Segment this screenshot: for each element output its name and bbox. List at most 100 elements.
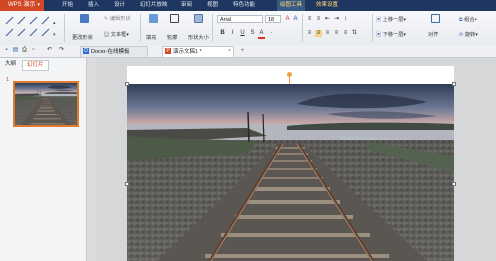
text-box-button[interactable]: ▤ 文本框▾ <box>104 31 129 38</box>
underline-button[interactable]: U <box>239 30 246 37</box>
align-label: 对齐 <box>428 32 439 38</box>
bring-forward-icon: ▣ <box>376 17 382 23</box>
redo-icon[interactable]: ↷ <box>58 47 65 54</box>
shape-size-button[interactable]: 形状大小 <box>188 14 209 41</box>
group-icon: ⧉ <box>459 17 463 23</box>
align-button[interactable]: 对齐 <box>428 14 440 38</box>
text-direction-icon[interactable]: ⇅ <box>351 30 358 37</box>
change-shape-label: 更改形状 <box>72 35 93 41</box>
align-center-icon[interactable]: ≡ <box>315 30 322 37</box>
rotate-button[interactable]: ⟳ 旋转▾ <box>459 31 478 38</box>
bold-button[interactable]: B <box>219 30 226 37</box>
chevron-down-icon: ▾ <box>126 32 129 38</box>
preview-icon[interactable]: ▫ <box>30 47 37 54</box>
slide-number: 1 <box>6 77 10 83</box>
shape-gallery[interactable]: ▴ ▾ <box>4 14 59 40</box>
separator <box>372 14 373 42</box>
shape-size-icon <box>194 14 203 23</box>
save-icon[interactable]: ▪ <box>3 47 10 54</box>
chevron-down-icon: ▾ <box>475 32 478 38</box>
close-icon[interactable]: × <box>226 48 233 55</box>
send-backward-button[interactable]: ▣ 下移一层▾ <box>376 31 406 38</box>
decrease-indent-icon[interactable]: ⇤ <box>324 16 331 23</box>
shrink-font-icon[interactable]: A <box>292 16 299 23</box>
menu-slideshow[interactable]: 幻灯片放映 <box>140 0 168 11</box>
group-button[interactable]: ⧉ 组合▾ <box>459 16 477 24</box>
bring-forward-button[interactable]: ▣ 上移一层▾ <box>376 16 406 23</box>
italic-button[interactable]: I <box>229 30 236 37</box>
strikethrough-icon[interactable]: S <box>249 30 256 37</box>
change-shape-button[interactable]: 更改形状 <box>72 14 93 41</box>
font-size-select[interactable]: 18 <box>265 15 281 23</box>
increase-indent-icon[interactable]: ⇥ <box>333 16 340 23</box>
app-menu-button[interactable]: WPS 演示 ▾ <box>0 0 44 11</box>
slide-thumbnail[interactable] <box>13 81 79 127</box>
group-label: 组合 <box>464 17 475 23</box>
menu-design[interactable]: 设计 <box>114 0 125 11</box>
chevron-down-icon: ▾ <box>403 17 407 23</box>
slide-thumbnail-image <box>15 83 77 125</box>
rotate-label: 旋转 <box>464 32 476 38</box>
rotate-icon: ⟳ <box>459 32 464 38</box>
send-backward-icon: ▣ <box>376 32 382 38</box>
line-spacing-icon[interactable]: ↕ <box>342 16 349 23</box>
menu-insert[interactable]: 插入 <box>88 0 99 11</box>
chevron-down-icon: ▾ <box>37 2 40 8</box>
justify-icon[interactable]: ≡ <box>333 30 340 37</box>
send-backward-label: 下移一层 <box>382 32 404 38</box>
chevron-down-icon: ▾ <box>474 17 477 23</box>
outline-icon <box>170 14 179 23</box>
tab-docer[interactable]: Docer-在线模板 <box>80 46 148 57</box>
resize-handle[interactable] <box>452 82 456 86</box>
quick-access-bar <box>0 45 496 58</box>
edit-shape-label: 编辑形状 <box>109 16 131 22</box>
open-icon[interactable]: ▤ <box>12 47 19 54</box>
separator <box>64 14 65 42</box>
menu-effects[interactable]: 效果设置 <box>316 0 338 11</box>
svg-text:▾: ▾ <box>53 32 56 38</box>
menu-review[interactable]: 审阅 <box>181 0 192 11</box>
font-color-button[interactable]: A <box>258 30 265 39</box>
grow-font-icon[interactable]: A <box>284 16 291 23</box>
bring-forward-label: 上移一层 <box>382 17 404 23</box>
chevron-down-icon: ▾ <box>403 32 407 38</box>
print-icon[interactable]: ⎙ <box>21 47 28 54</box>
shape-gallery-icons: ▴▾ <box>5 16 56 38</box>
railway-photo <box>127 84 454 261</box>
menu-home[interactable]: 开始 <box>62 0 73 11</box>
tab-slides[interactable]: 幻灯片 <box>22 60 49 71</box>
align-right-icon[interactable]: ≡ <box>324 30 331 37</box>
align-left-icon[interactable]: ≡ <box>306 30 313 37</box>
format-more-icon[interactable]: · <box>268 30 275 37</box>
svg-text:▴: ▴ <box>53 20 56 26</box>
shape-size-label: 形状大小 <box>188 35 209 41</box>
numbering-icon[interactable]: ≡ <box>315 16 322 23</box>
fill-button[interactable]: 填充 <box>146 14 158 41</box>
doc-icon: P <box>165 48 171 54</box>
distribute-icon[interactable]: ≡ <box>342 30 349 37</box>
resize-handle[interactable] <box>452 182 456 186</box>
menu-view[interactable]: 视图 <box>207 0 218 11</box>
outline-button[interactable]: 轮廓 <box>167 14 179 41</box>
resize-handle[interactable] <box>125 182 129 186</box>
font-family-value: Arial <box>220 17 232 23</box>
text-box-label: 文本框 <box>110 32 127 38</box>
tab-presentation1[interactable]: 演示文稿1 * <box>162 46 234 57</box>
slide-picture[interactable] <box>127 84 454 261</box>
menu-drawing-tools[interactable]: 绘图工具 <box>277 0 306 11</box>
fill-label: 填充 <box>146 35 157 41</box>
resize-handle[interactable] <box>125 82 129 86</box>
bullets-icon[interactable]: ≡ <box>306 16 313 23</box>
tab-outline[interactable]: 大纲 <box>1 60 20 69</box>
undo-icon[interactable]: ↶ <box>46 47 53 54</box>
separator <box>140 14 141 42</box>
edit-shape-button[interactable]: ✎ 编辑形状 <box>104 15 131 22</box>
menu-special[interactable]: 特色功能 <box>233 0 255 11</box>
new-tab-icon[interactable]: + <box>239 48 246 55</box>
fill-bucket-icon <box>149 14 158 23</box>
separator <box>212 14 213 42</box>
app-name: WPS 演示 <box>8 2 36 8</box>
tab-docer-label: Docer-在线模板 <box>91 49 130 55</box>
align-icon <box>431 14 440 23</box>
font-family-select[interactable]: Arial <box>217 15 263 23</box>
